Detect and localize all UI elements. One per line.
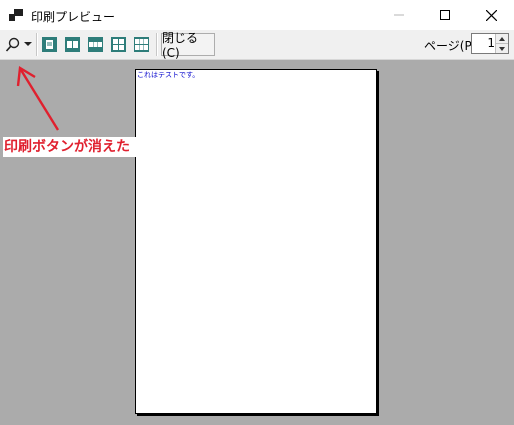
maximize-icon bbox=[440, 10, 450, 20]
stepper-up-button[interactable] bbox=[496, 34, 508, 44]
three-pages-button[interactable] bbox=[87, 36, 104, 53]
page-number-stepper[interactable]: 1 bbox=[471, 33, 509, 54]
six-pages-icon bbox=[134, 37, 149, 52]
one-page-icon bbox=[42, 37, 57, 52]
preview-page: これはテストです。 bbox=[135, 69, 377, 414]
four-pages-button[interactable] bbox=[110, 36, 127, 53]
app-icon bbox=[9, 9, 23, 21]
two-pages-icon bbox=[65, 37, 80, 52]
magnifier-icon bbox=[5, 37, 20, 52]
two-pages-button[interactable] bbox=[64, 36, 81, 53]
stepper-buttons bbox=[495, 34, 508, 53]
preview-area[interactable]: これはテストです。 bbox=[0, 60, 514, 425]
three-pages-icon bbox=[88, 37, 103, 52]
close-icon bbox=[485, 9, 497, 21]
toolbar-separator bbox=[156, 33, 158, 56]
page-content-text: これはテストです。 bbox=[137, 71, 200, 79]
minimize-button[interactable] bbox=[376, 0, 422, 30]
four-pages-icon bbox=[111, 37, 126, 52]
page-label: ページ(P) bbox=[424, 39, 477, 53]
chevron-down-icon bbox=[24, 42, 32, 46]
annotation-text: 印刷ボタンが消えた bbox=[4, 139, 130, 155]
page-number-value[interactable]: 1 bbox=[472, 36, 495, 50]
toolbar-separator bbox=[36, 33, 38, 56]
chevron-down-icon bbox=[499, 46, 505, 51]
toolbar: 閉じる(C) ページ(P) 1 bbox=[0, 30, 514, 60]
annotation-callout: 印刷ボタンが消えた bbox=[3, 137, 156, 157]
six-pages-button[interactable] bbox=[133, 36, 150, 53]
close-window-button[interactable] bbox=[468, 0, 514, 30]
maximize-button[interactable] bbox=[422, 0, 468, 30]
one-page-button[interactable] bbox=[41, 36, 58, 53]
title-bar: 印刷プレビュー bbox=[0, 0, 514, 30]
zoom-button[interactable] bbox=[3, 34, 34, 55]
chevron-up-icon bbox=[499, 36, 505, 41]
close-preview-button[interactable]: 閉じる(C) bbox=[161, 31, 215, 60]
stepper-down-button[interactable] bbox=[496, 44, 508, 53]
window-title: 印刷プレビュー bbox=[31, 10, 116, 24]
minimize-icon bbox=[394, 14, 404, 16]
